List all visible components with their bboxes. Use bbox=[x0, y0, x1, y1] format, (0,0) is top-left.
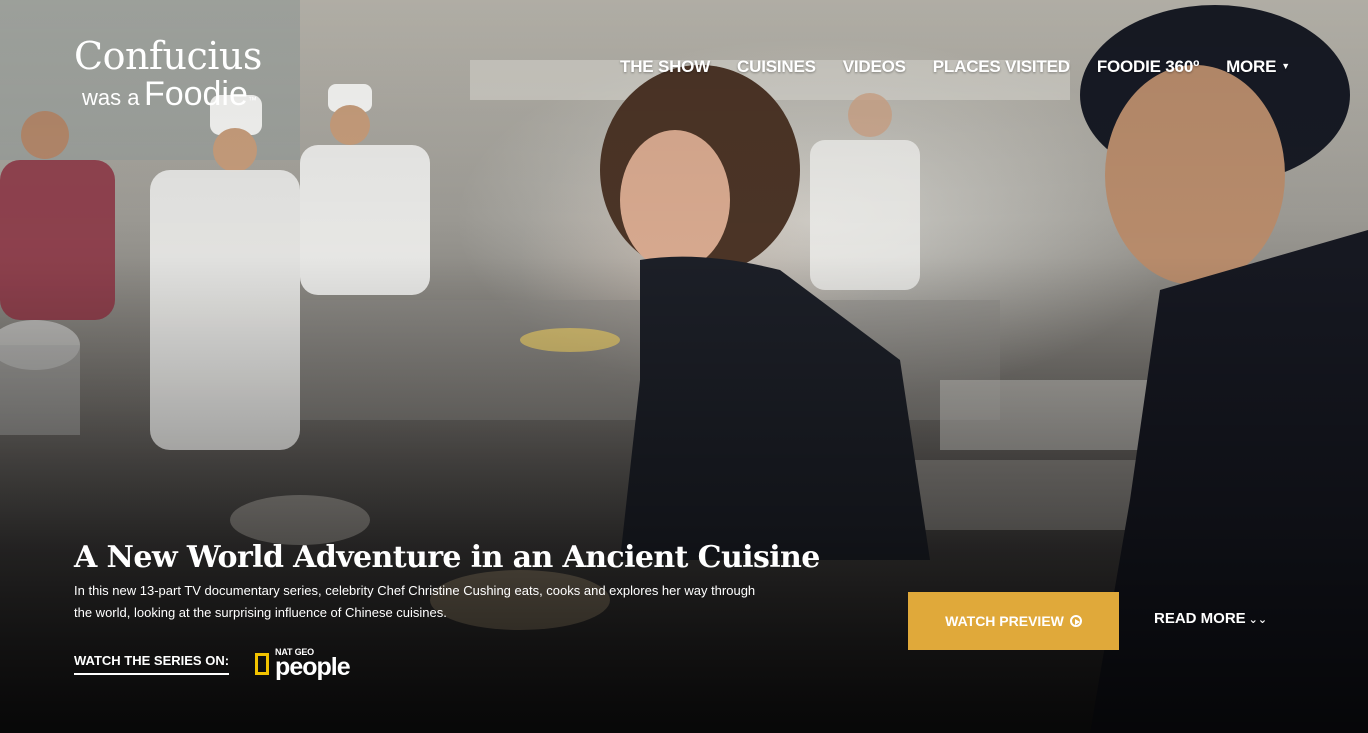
logo-title: Confucius bbox=[74, 34, 262, 78]
nav-item-videos[interactable]: VIDEOS bbox=[843, 57, 906, 77]
nav-item-more-label: MORE bbox=[1226, 57, 1277, 76]
logo-subtitle-small: was a bbox=[82, 85, 140, 110]
site-logo[interactable]: Confucius was a Foodie™ bbox=[74, 36, 262, 119]
logo-subtitle-big: Foodie bbox=[143, 75, 248, 113]
read-more-link[interactable]: READ MORE ⌄⌄ bbox=[1154, 610, 1267, 627]
nat-geo-wordmark: NAT GEO people bbox=[275, 648, 351, 681]
hero-description: In this new 13-part TV documentary serie… bbox=[74, 583, 756, 620]
nav-item-foodie-360[interactable]: FOODIE 360º bbox=[1097, 57, 1199, 77]
read-more-label: READ MORE bbox=[1154, 610, 1246, 627]
hero-headline: A New World Adventure in an Ancient Cuis… bbox=[74, 540, 820, 575]
main-nav: THE SHOW CUISINES VIDEOS PLACES VISITED … bbox=[620, 57, 1290, 77]
watch-series-on: WATCH THE SERIES ON: NAT GEO people bbox=[74, 648, 351, 681]
nat-geo-yellow-border-icon bbox=[255, 653, 270, 675]
nav-item-places-visited[interactable]: PLACES VISITED bbox=[933, 57, 1070, 77]
nat-geo-bottom-text: people bbox=[275, 653, 351, 681]
hero-section: Confucius was a Foodie™ THE SHOW CUISINE… bbox=[0, 0, 1368, 733]
nav-item-the-show[interactable]: THE SHOW bbox=[620, 57, 710, 77]
logo-subtitle: was a Foodie™ bbox=[82, 76, 262, 119]
nav-item-cuisines[interactable]: CUISINES bbox=[737, 57, 816, 77]
play-circle-icon bbox=[1069, 615, 1082, 627]
watch-preview-label: WATCH PREVIEW bbox=[945, 613, 1064, 629]
watch-series-label[interactable]: WATCH THE SERIES ON: bbox=[74, 653, 230, 675]
hero-content: A New World Adventure in an Ancient Cuis… bbox=[74, 538, 820, 624]
nav-item-more[interactable]: MORE ▼ bbox=[1226, 57, 1290, 77]
caret-down-icon: ▼ bbox=[1281, 61, 1290, 71]
nat-geo-people-logo[interactable]: NAT GEO people bbox=[255, 648, 351, 681]
double-chevron-down-icon: ⌄⌄ bbox=[1248, 614, 1268, 626]
watch-preview-button[interactable]: WATCH PREVIEW bbox=[908, 592, 1119, 650]
logo-trademark: ™ bbox=[247, 95, 257, 105]
